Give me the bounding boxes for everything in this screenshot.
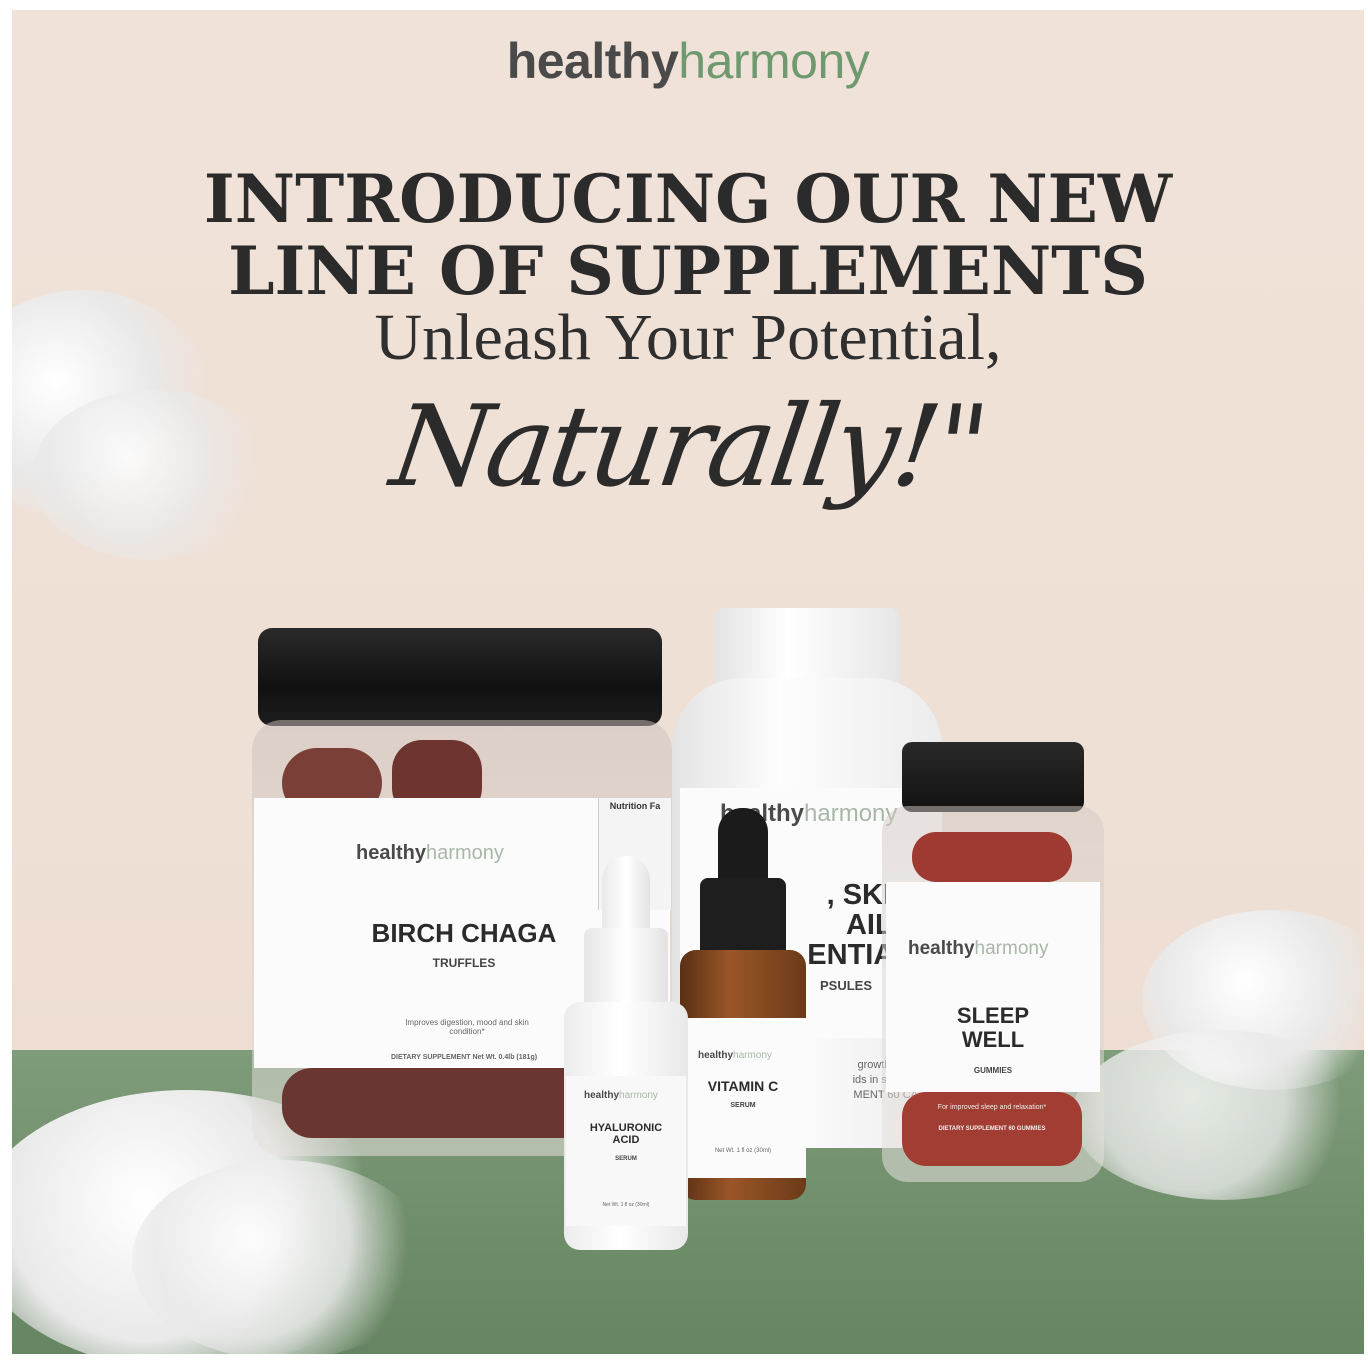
jar-description: Improves digestion, mood and skin condit…: [405, 1018, 529, 1036]
hyal-dropper-collar: [584, 928, 668, 1008]
hyal-name-2: ACID: [612, 1134, 640, 1146]
gummies-label: healthyharmony SLEEP WELL GUMMIES: [886, 882, 1100, 1092]
gummies-lid: [902, 742, 1084, 812]
gummies-sub: GUMMIES: [973, 1066, 1013, 1075]
jar-fine: DIETARY SUPPLEMENT Net Wt. 0.4lb (181g): [390, 1054, 538, 1061]
headline-line-1: INTRODUCING OUR NEW: [203, 160, 1173, 238]
jar-lid: [258, 628, 662, 726]
hyal-name-1: HYALURONIC: [589, 1122, 663, 1134]
promo-banner: healthyharmony INTRODUCING OUR NEW LINE …: [12, 10, 1364, 1354]
cloud-bottom-left-2: [132, 1160, 432, 1354]
bottle-line-4: PSULES: [819, 978, 872, 993]
vitc-name: VITAMIN C: [707, 1078, 779, 1094]
brand-logo: healthyharmony: [12, 32, 1364, 90]
gummies-fine: DIETARY SUPPLEMENT 60 GUMMIES: [938, 1126, 1046, 1132]
cloud-right-low: [1072, 1030, 1364, 1200]
vitc-brand: healthyharmony: [698, 1050, 772, 1061]
vitc-label: healthyharmony VITAMIN C SERUM Net Wt. 1…: [680, 1018, 806, 1178]
brand-bold: healthy: [506, 33, 679, 89]
jar-brand: healthyharmony: [356, 842, 504, 864]
bottle-cap: [714, 608, 900, 688]
script-naturally: Naturally!": [384, 382, 992, 512]
vitc-dropper-bulb: [718, 808, 768, 884]
brand-light: harmony: [678, 33, 870, 89]
gummies-name-2: WELL: [961, 1027, 1025, 1052]
vitc-fine: Net Wt. 1 fl oz (30ml): [714, 1148, 772, 1154]
hyal-brand: healthyharmony: [584, 1090, 658, 1101]
vitamin-c-serum: healthyharmony VITAMIN C SERUM Net Wt. 1…: [680, 808, 806, 1208]
vitc-dropper-collar: [700, 878, 786, 958]
headline-line-2: LINE OF SUPPLEMENTS: [228, 232, 1148, 310]
hyal-sub: SERUM: [615, 1156, 637, 1162]
nutrition-panel-title: Nutrition Fa: [609, 801, 661, 811]
tagline: Unleash Your Potential,: [374, 301, 1002, 374]
vitc-sub: SERUM: [730, 1102, 756, 1109]
gummies-brand: healthyharmony: [908, 938, 1049, 959]
hyal-fine: Net Wt. 1 fl oz (30ml): [602, 1202, 650, 1208]
hyaluronic-acid-serum: healthyharmony HYALURONIC ACID SERUM Net…: [564, 856, 688, 1256]
sleep-well-gummies: healthyharmony SLEEP WELL GUMMIES For im…: [882, 742, 1104, 1182]
gummies-name-1: SLEEP: [956, 1003, 1030, 1028]
gummies-description: For improved sleep and relaxation*: [937, 1104, 1047, 1111]
hyal-label: healthyharmony HYALURONIC ACID SERUM Net…: [566, 1076, 686, 1226]
hyal-dropper-bulb: [602, 856, 650, 932]
gummy-top: [912, 832, 1072, 882]
